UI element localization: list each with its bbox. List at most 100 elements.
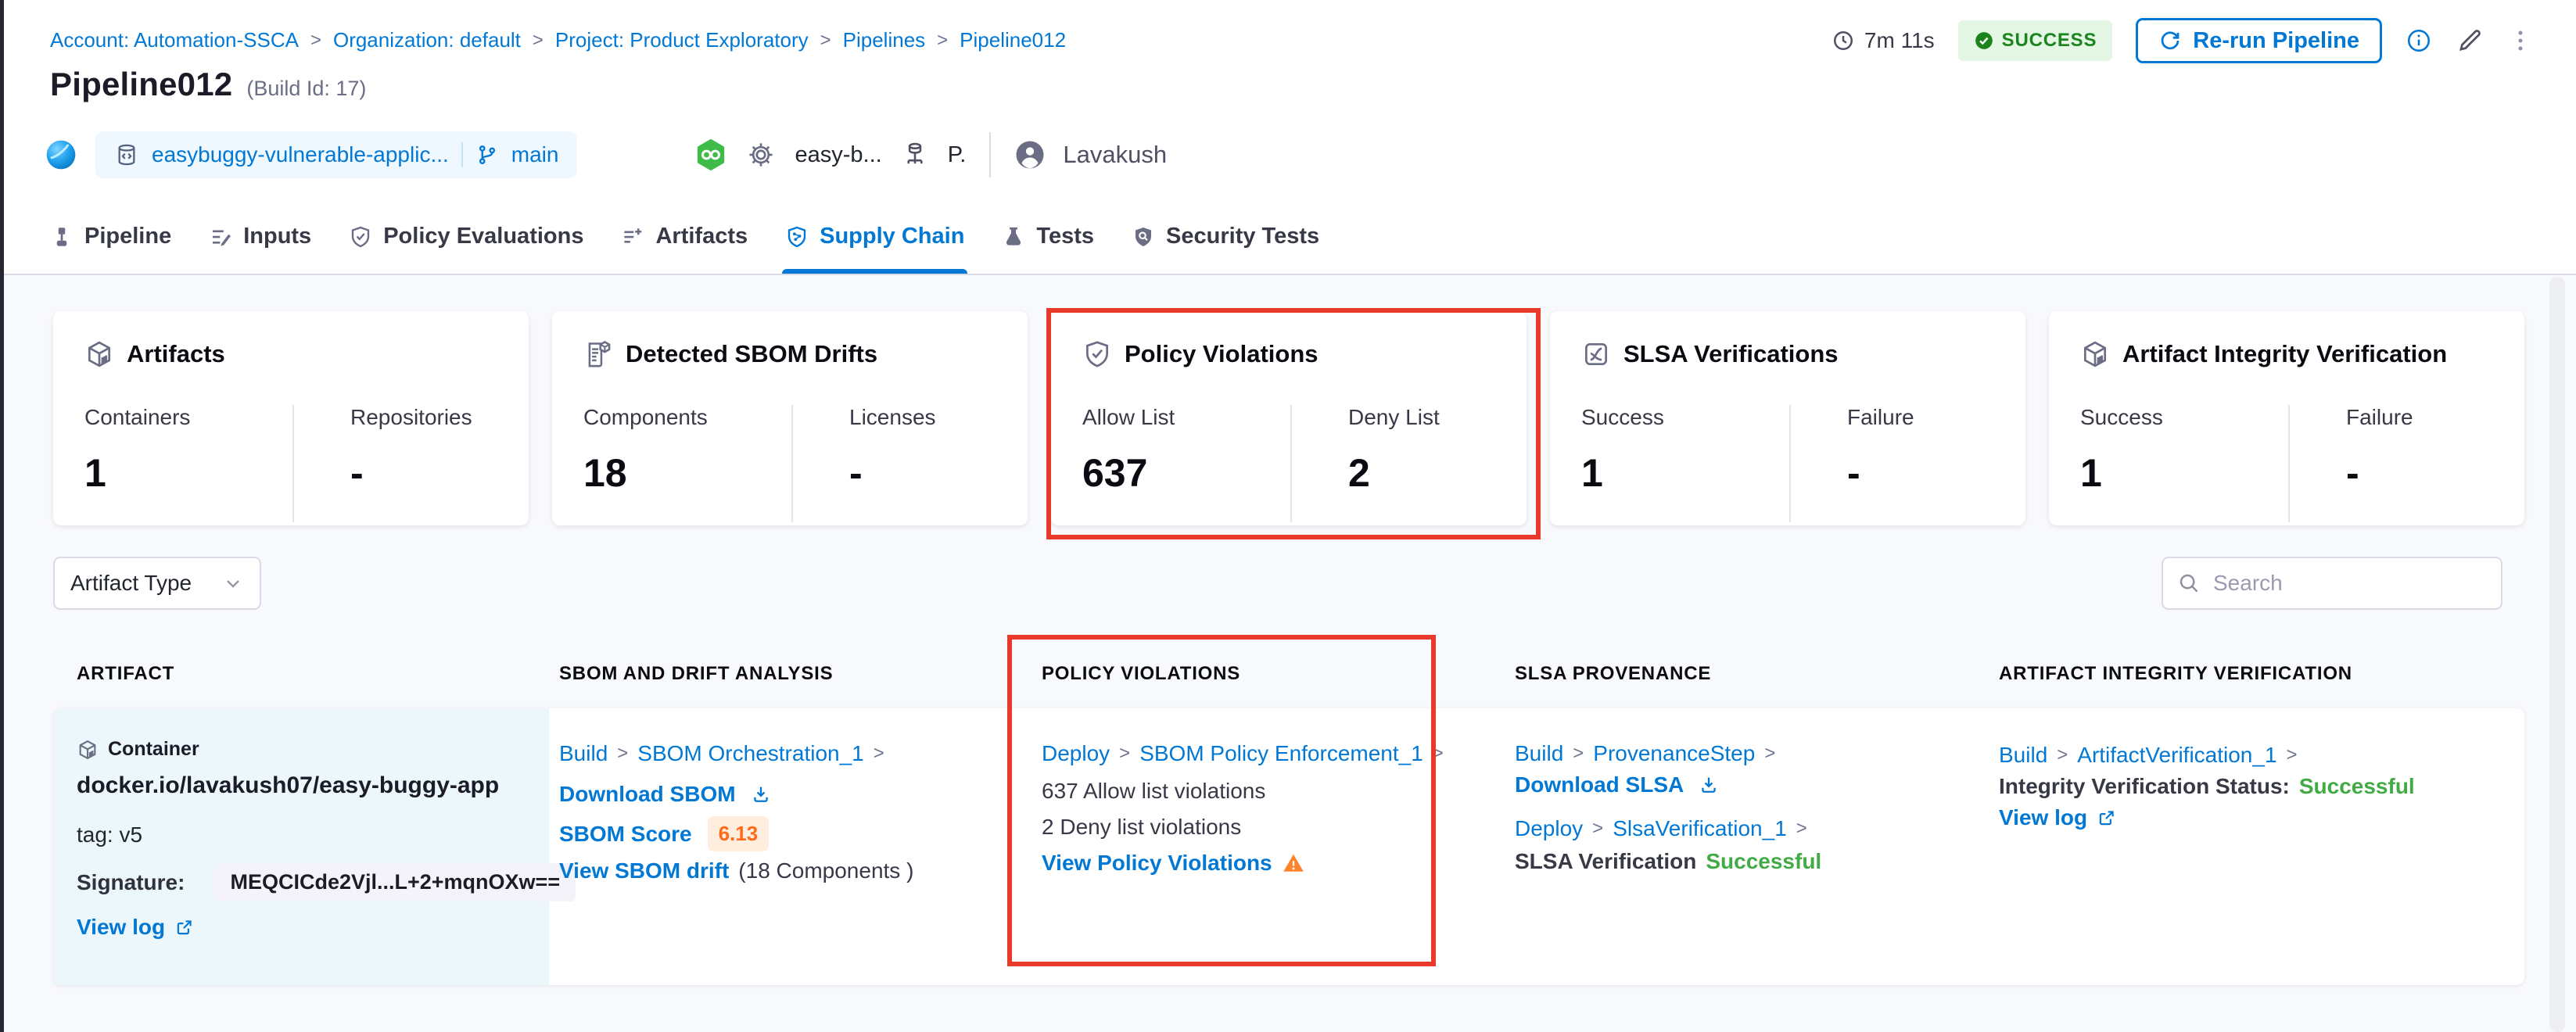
allow-list-violations: 637 Allow list violations — [1042, 779, 1265, 804]
artifact-type: Container — [77, 738, 199, 761]
stage-link[interactable]: Build — [559, 741, 608, 766]
git-branch-icon — [475, 143, 499, 167]
stat-value: - — [350, 450, 472, 496]
drift-components-count: (18 Components ) — [738, 858, 913, 883]
repo-branch-pill[interactable]: easybuggy-vulnerable-applic... main — [95, 131, 577, 178]
execution-duration: 7m 11s — [1832, 28, 1935, 53]
breadcrumb-pipeline012[interactable]: Pipeline012 — [960, 28, 1066, 52]
artifacts-list-icon — [621, 225, 644, 249]
download-sbom[interactable]: Download SBOM — [559, 782, 772, 807]
artifact-type-select[interactable]: Artifact Type — [53, 557, 261, 610]
breadcrumb-organization[interactable]: Organization: default — [333, 28, 521, 52]
refresh-icon — [2158, 29, 2182, 52]
artifact-signature: Signature: MEQCICde2Vjl...L+2+mqnOXw== — [77, 863, 576, 901]
card-title: Artifact Integrity Verification — [2122, 340, 2447, 368]
sbom-score-badge: 6.13 — [708, 816, 770, 851]
search-input[interactable] — [2212, 570, 2465, 597]
trigger-pipeline-name[interactable]: easy-b... — [795, 142, 881, 168]
tab-pipeline[interactable]: Pipeline — [50, 199, 171, 274]
repository-icon — [114, 142, 139, 167]
tab-supply-chain[interactable]: Supply Chain — [785, 199, 964, 274]
pipeline-title-row: Pipeline012 (Build Id: 17) — [50, 66, 366, 103]
stat-label: Components — [583, 405, 791, 430]
repo-name[interactable]: easybuggy-vulnerable-applic... — [152, 142, 449, 167]
view-policy-violations[interactable]: View Policy Violations — [1042, 851, 1305, 876]
trigger-abbrev[interactable]: P. — [948, 142, 967, 168]
artifact-view-log[interactable]: View log — [77, 915, 195, 940]
breadcrumb-account[interactable]: Account: Automation-SSCA — [50, 28, 299, 52]
search-icon — [2177, 572, 2201, 595]
card-title: Artifacts — [127, 340, 225, 368]
card-artifacts: Artifacts Containers1 Repositories- — [53, 311, 529, 525]
tab-artifacts[interactable]: Artifacts — [621, 199, 748, 274]
integrity-view-log[interactable]: View log — [1999, 805, 2117, 830]
download-slsa[interactable]: Download SLSA — [1515, 772, 1720, 797]
inputs-icon — [209, 225, 232, 249]
tab-inputs[interactable]: Inputs — [209, 199, 311, 274]
chevron-right-icon — [1119, 743, 1130, 765]
policy-step-crumb: Deploy SBOM Policy Enforcement_1 — [1042, 741, 1444, 766]
stage-link[interactable]: Build — [1999, 743, 2047, 768]
stage-link[interactable]: Deploy — [1515, 816, 1583, 841]
integrity-step-crumb: Build ArtifactVerification_1 — [1999, 743, 2298, 768]
status-badge: SUCCESS — [1958, 20, 2113, 61]
step-link[interactable]: SlsaVerification_1 — [1613, 816, 1787, 841]
view-sbom-drift: View SBOM drift (18 Components ) — [559, 858, 913, 883]
tab-label: Pipeline — [84, 224, 171, 249]
step-link[interactable]: SBOM Orchestration_1 — [637, 741, 863, 766]
stage-link[interactable]: Deploy — [1042, 741, 1110, 766]
trigger-type-icon — [901, 141, 929, 169]
security-shield-search-icon — [1132, 225, 1155, 249]
shield-check-icon — [349, 225, 372, 249]
chevron-right-icon — [2057, 744, 2068, 766]
artifact-image-name: docker.io/lavakush07/easy-buggy-app — [77, 772, 499, 799]
pipeline-icon — [50, 225, 74, 249]
deny-list-violations: 2 Deny list violations — [1042, 815, 1241, 840]
stat-label: Containers — [84, 405, 292, 430]
view-sbom-drift-link[interactable]: View SBOM drift — [559, 858, 729, 883]
stat-label: Deny List — [1348, 405, 1440, 430]
chevron-right-icon — [937, 30, 948, 52]
clock-icon — [1832, 29, 1855, 52]
tab-label: Supply Chain — [820, 224, 964, 249]
chevron-down-icon — [222, 572, 244, 594]
sbom-document-icon — [583, 339, 613, 369]
step-link[interactable]: SBOM Policy Enforcement_1 — [1139, 741, 1423, 766]
stat-value: 637 — [1082, 450, 1290, 496]
card-sbom-drifts: Detected SBOM Drifts Components18 Licens… — [552, 311, 1028, 525]
card-artifact-integrity: Artifact Integrity Verification Success1… — [2049, 311, 2524, 525]
slsa-verification-crumb: Deploy SlsaVerification_1 — [1515, 816, 1807, 841]
pill-divider — [461, 142, 463, 167]
tab-policy-evaluations[interactable]: Policy Evaluations — [349, 199, 583, 274]
slsa-icon — [1581, 339, 1611, 369]
stage-link[interactable]: Build — [1515, 741, 1563, 766]
edit-pipeline-icon[interactable] — [2456, 27, 2484, 55]
breadcrumb-project[interactable]: Project: Product Exploratory — [555, 28, 809, 52]
stat-label: Licenses — [849, 405, 936, 430]
tab-label: Tests — [1036, 224, 1094, 249]
stat-label: Failure — [1847, 405, 1914, 430]
tab-label: Inputs — [243, 224, 311, 249]
rerun-pipeline-button[interactable]: Re-run Pipeline — [2136, 18, 2382, 63]
info-icon[interactable] — [2406, 27, 2432, 54]
more-options-icon[interactable] — [2507, 27, 2534, 54]
tab-security-tests[interactable]: Security Tests — [1132, 199, 1319, 274]
artifact-type-label: Container — [108, 738, 199, 761]
branch-name[interactable]: main — [511, 142, 559, 167]
supply-chain-shield-icon — [785, 225, 809, 249]
col-header-integrity: ARTIFACT INTEGRITY VERIFICATION — [1999, 663, 2352, 685]
vertical-scrollbar[interactable] — [2549, 277, 2565, 1032]
chevron-right-icon — [310, 30, 321, 52]
signature-value[interactable]: MEQCICde2Vjl...L+2+mqnOXw== — [214, 863, 576, 901]
chevron-right-icon — [874, 743, 884, 765]
gear-icon — [746, 140, 776, 170]
tab-tests[interactable]: Tests — [1002, 199, 1094, 274]
step-link[interactable]: ProvenanceStep — [1593, 741, 1755, 766]
card-title: Policy Violations — [1125, 340, 1318, 368]
step-link[interactable]: ArtifactVerification_1 — [2077, 743, 2276, 768]
codebase-globe-icon — [44, 138, 78, 172]
sbom-score-label[interactable]: SBOM Score — [559, 822, 692, 847]
status-text: SUCCESS — [2002, 30, 2097, 52]
breadcrumb-pipelines[interactable]: Pipelines — [843, 28, 926, 52]
download-icon — [1698, 774, 1720, 796]
